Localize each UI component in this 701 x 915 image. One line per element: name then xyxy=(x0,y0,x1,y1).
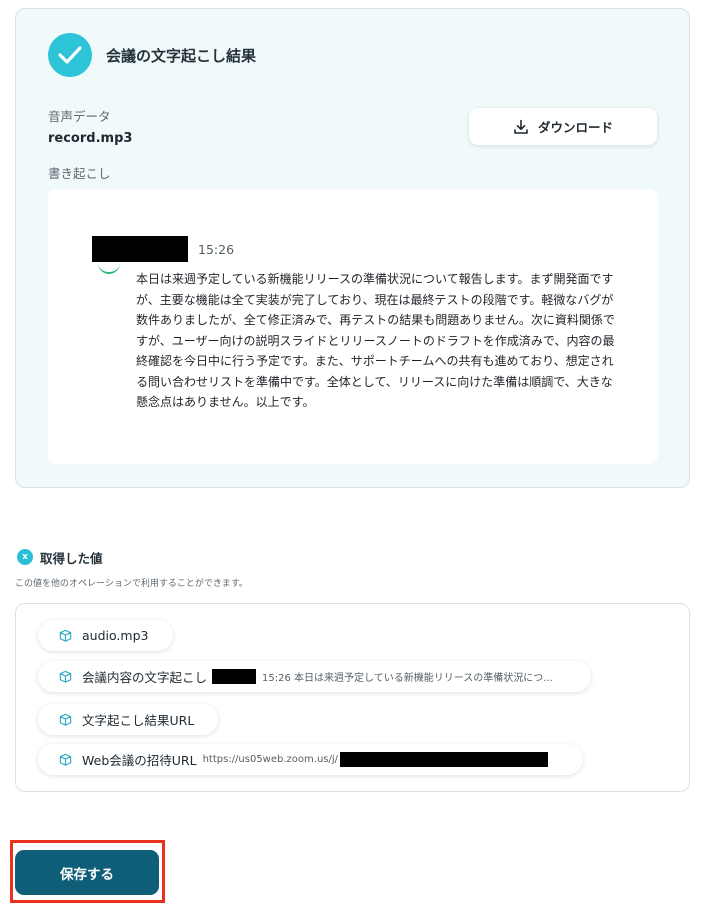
save-button[interactable]: 保存する xyxy=(15,850,159,895)
value-chip-label: Web会議の招待URL xyxy=(82,753,197,768)
transcript-label: 書き起こし xyxy=(48,166,111,181)
acquired-values-description: この値を他のオペレーションで利用することができます。 xyxy=(15,579,248,589)
value-chip-label: audio.mp3 xyxy=(82,628,149,643)
download-button[interactable]: ダウンロード xyxy=(469,108,657,145)
audio-data-label: 音声データ xyxy=(48,109,111,124)
check-circle-icon xyxy=(48,33,92,77)
transcript-box: 15:26 本日は来週予定している新機能リリースの準備状況について報告します。ま… xyxy=(48,189,658,464)
acquired-values-title: 取得した値 xyxy=(40,551,103,566)
speaker-name-redacted xyxy=(92,236,188,262)
audio-filename: record.mp3 xyxy=(48,131,133,146)
result-title: 会議の文字起こし結果 xyxy=(106,47,257,65)
value-chip-preview: https://us05web.zoom.us/j/ xyxy=(202,754,339,765)
message-time: 15:26 xyxy=(198,242,235,257)
redacted-name xyxy=(212,669,257,684)
value-chip-meeting-url[interactable]: Web会議の招待URL https://us05web.zoom.us/j/ xyxy=(38,744,583,775)
transcription-result-card: 会議の文字起こし結果 音声データ record.mp3 書き起こし ダウンロード… xyxy=(15,8,690,488)
value-chip-label: 文字起こし結果URL xyxy=(82,713,195,728)
cube-icon xyxy=(59,670,72,683)
value-chip-preview: 15:26 本日は来週予定している新機能リリースの準備状況につ... xyxy=(262,673,553,684)
x-badge-icon: x xyxy=(17,549,33,565)
value-chip-transcript[interactable]: 会議内容の文字起こし 15:26 本日は来週予定している新機能リリースの準備状況… xyxy=(38,661,591,692)
cube-icon xyxy=(59,713,72,726)
value-chip-audio[interactable]: audio.mp3 xyxy=(38,620,173,651)
value-chip-transcript-url[interactable]: 文字起こし結果URL xyxy=(38,704,218,735)
acquired-values-box: audio.mp3 会議内容の文字起こし 15:26 本日は来週予定している新機… xyxy=(15,603,690,792)
redacted-url xyxy=(340,752,549,767)
download-label: ダウンロード xyxy=(537,120,613,135)
download-icon xyxy=(514,119,528,134)
value-chip-label: 会議内容の文字起こし xyxy=(82,670,208,685)
message-body: 本日は来週予定している新機能リリースの準備状況について報告します。まず開発面です… xyxy=(136,272,615,409)
cube-icon xyxy=(59,629,72,642)
cube-icon xyxy=(59,753,72,766)
